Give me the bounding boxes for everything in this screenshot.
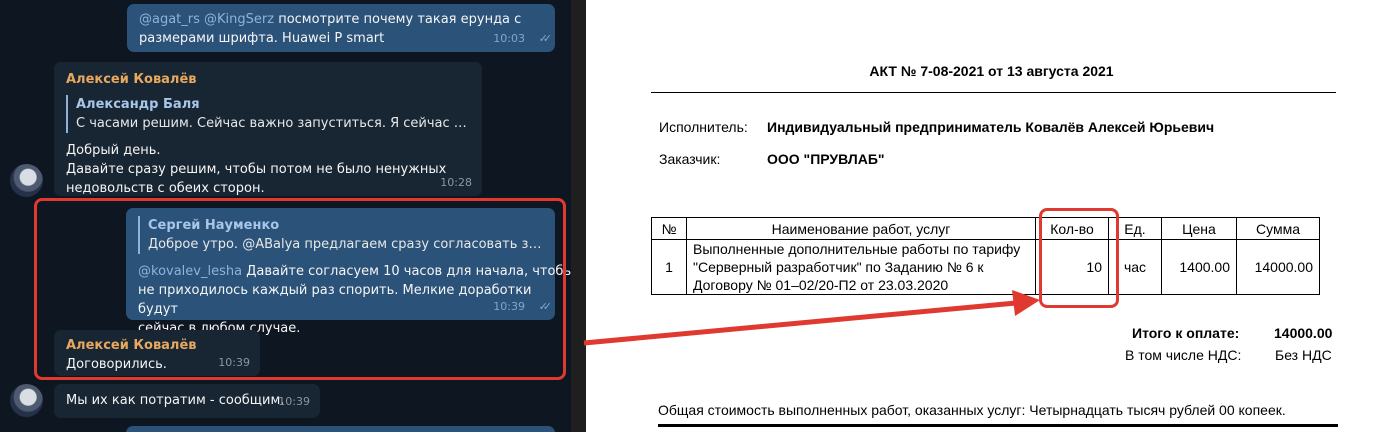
pointer-arrow-icon bbox=[583, 290, 1040, 346]
